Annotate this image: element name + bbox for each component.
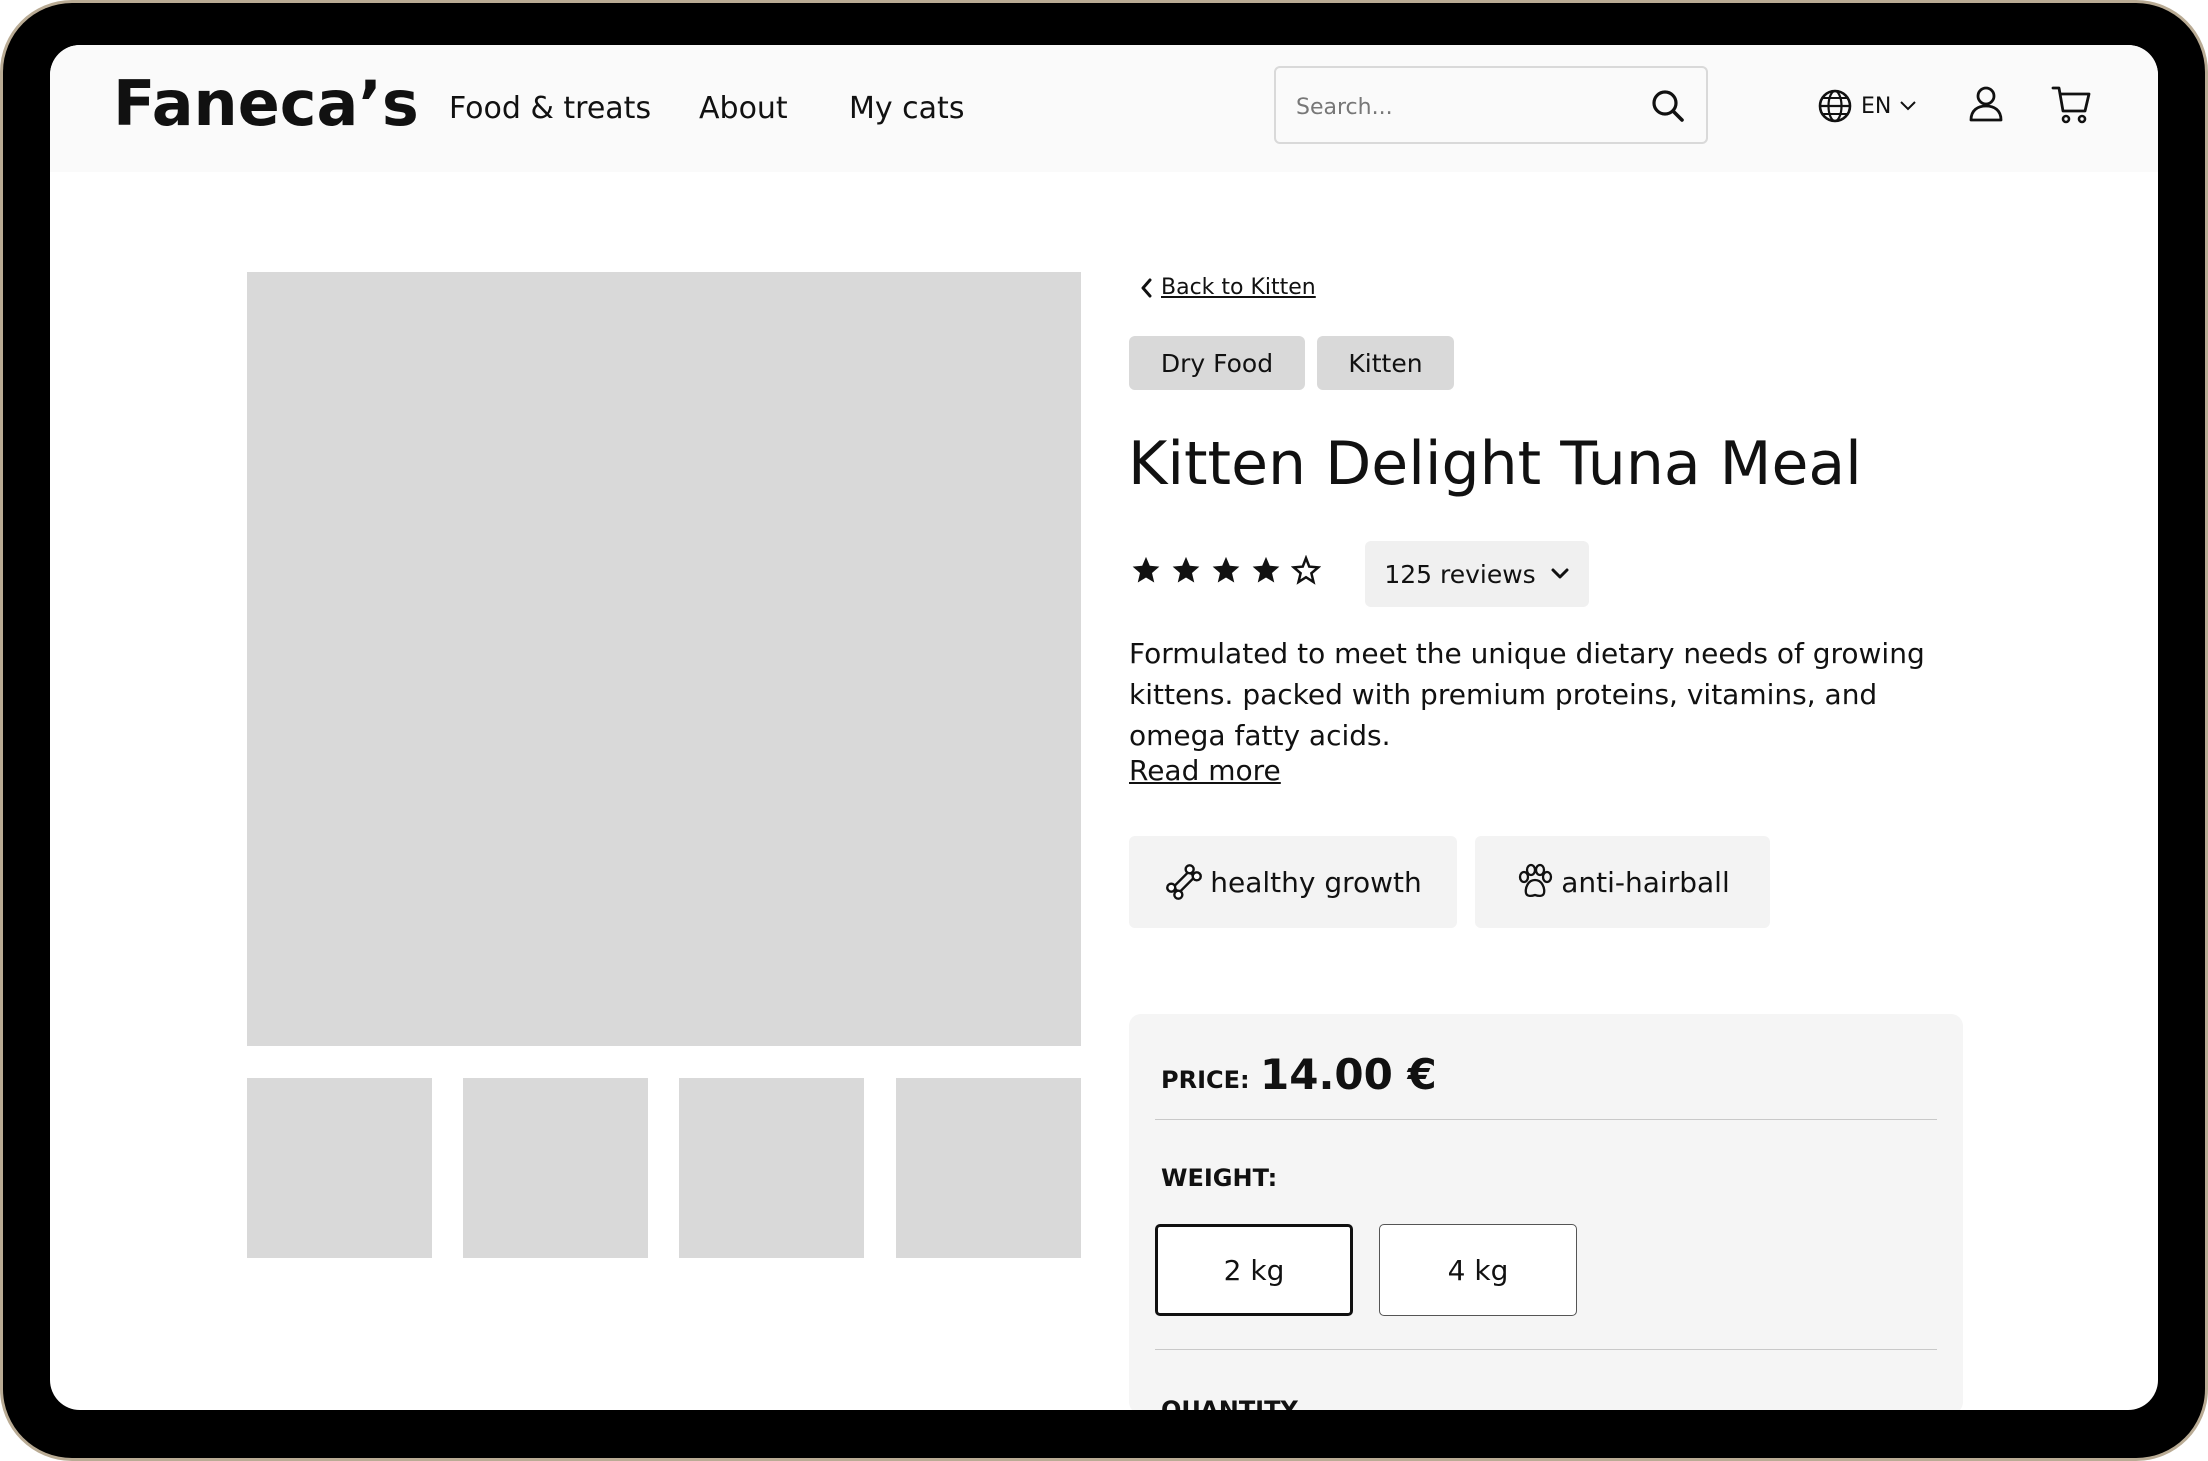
search-input[interactable] <box>1294 88 1638 126</box>
purchase-panel: PRICE: 14.00 € WEIGHT: 2 kg 4 kg QUANTIT… <box>1129 1014 1963 1410</box>
cart-icon[interactable] <box>2051 83 2093 125</box>
nav-about[interactable]: About <box>699 91 788 126</box>
product-title: Kitten Delight Tuna Meal <box>1128 429 1862 499</box>
back-link[interactable]: Back to Kitten <box>1139 275 1316 300</box>
chevron-down-icon <box>1551 568 1569 579</box>
star-filled-icon <box>1212 556 1240 583</box>
product-thumbnail[interactable] <box>896 1078 1081 1258</box>
paw-icon <box>1519 863 1553 898</box>
divider <box>1155 1119 1937 1120</box>
back-link-label: Back to Kitten <box>1161 275 1316 300</box>
price-value: 14.00 € <box>1260 1050 1437 1099</box>
benefit-label: healthy growth <box>1210 865 1422 899</box>
benefit-label: anti-hairball <box>1561 865 1730 899</box>
benefit-healthy-growth[interactable]: healthy growth <box>1129 836 1457 928</box>
search-icon[interactable] <box>1650 88 1686 124</box>
language-selector[interactable]: EN <box>1817 86 1917 126</box>
bone-icon <box>1166 864 1203 900</box>
search-box <box>1274 66 1708 144</box>
device-frame: Faneca’s Food & treats About My cats Sea… <box>0 0 2208 1461</box>
star-outline-icon <box>1291 555 1321 585</box>
tag-kitten[interactable]: Kitten <box>1317 336 1454 390</box>
site-logo[interactable]: Faneca’s <box>113 67 419 140</box>
product-thumbnail[interactable] <box>463 1078 648 1258</box>
globe-icon <box>1818 89 1852 123</box>
weight-option-2kg[interactable]: 2 kg <box>1155 1224 1353 1316</box>
rating-stars <box>1131 555 1321 585</box>
nav-my-cats[interactable]: My cats <box>849 91 964 126</box>
user-icon[interactable] <box>1965 83 2007 125</box>
screen: Faneca’s Food & treats About My cats Sea… <box>50 45 2158 1410</box>
divider <box>1155 1349 1937 1350</box>
site-header: Faneca’s Food & treats About My cats Sea… <box>50 45 2158 172</box>
tag-dry-food[interactable]: Dry Food <box>1129 336 1305 390</box>
star-filled-icon <box>1172 556 1200 583</box>
star-filled-icon <box>1252 556 1280 583</box>
benefit-anti-hairball[interactable]: anti-hairball <box>1475 836 1770 928</box>
weight-option-4kg[interactable]: 4 kg <box>1379 1224 1577 1316</box>
device-bezel: Faneca’s Food & treats About My cats Sea… <box>3 3 2205 1458</box>
product-main-image <box>247 272 1081 1046</box>
product-thumbnail[interactable] <box>247 1078 432 1258</box>
price-label: PRICE: <box>1161 1066 1250 1094</box>
nav-food-and-treats[interactable]: Food & treats <box>449 91 651 126</box>
chevron-down-icon <box>1900 101 1917 111</box>
language-code: EN <box>1861 93 1892 119</box>
quantity-label: QUANTITY <box>1161 1396 1298 1410</box>
reviews-count: 125 reviews <box>1384 559 1536 589</box>
product-thumbnail[interactable] <box>679 1078 864 1258</box>
read-more-link[interactable]: Read more <box>1129 754 1281 787</box>
reviews-dropdown[interactable]: 125 reviews <box>1365 541 1589 607</box>
chevron-left-icon <box>1141 278 1152 297</box>
star-filled-icon <box>1132 556 1160 583</box>
weight-label: WEIGHT: <box>1161 1164 1278 1192</box>
product-description: Formulated to meet the unique dietary ne… <box>1129 637 1925 752</box>
